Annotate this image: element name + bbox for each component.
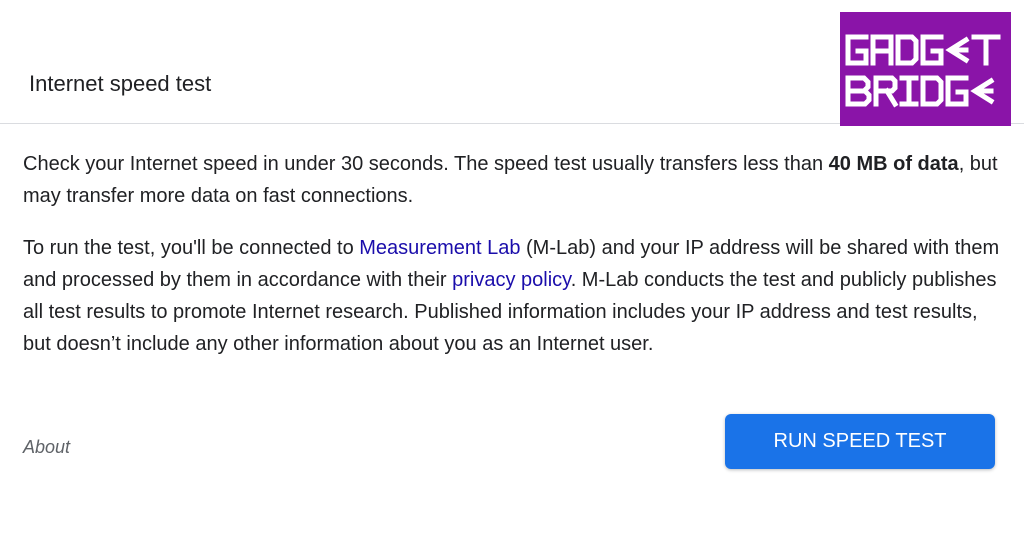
description-text: Check your Internet speed in under 30 se… (23, 153, 829, 175)
logo-wordmark (845, 34, 1001, 108)
description-text: To run the test, you'll be connected to (23, 237, 360, 259)
privacy-policy-link[interactable]: privacy policy (452, 269, 571, 291)
measurement-lab-link[interactable]: Measurement Lab (359, 237, 520, 259)
data-amount-bold: 40 MB of data (828, 153, 959, 175)
gadget-bridge-logo (840, 12, 1011, 126)
description-paragraph-data: Check your Internet speed in under 30 se… (23, 148, 1003, 212)
page-title: Internet speed test (29, 71, 212, 96)
description: Check your Internet speed in under 30 se… (23, 148, 1003, 360)
run-speed-test-button[interactable]: RUN SPEED TEST (725, 414, 995, 469)
description-paragraph-mlab: To run the test, you'll be connected to … (23, 232, 1003, 360)
about-link[interactable]: About (23, 436, 70, 458)
